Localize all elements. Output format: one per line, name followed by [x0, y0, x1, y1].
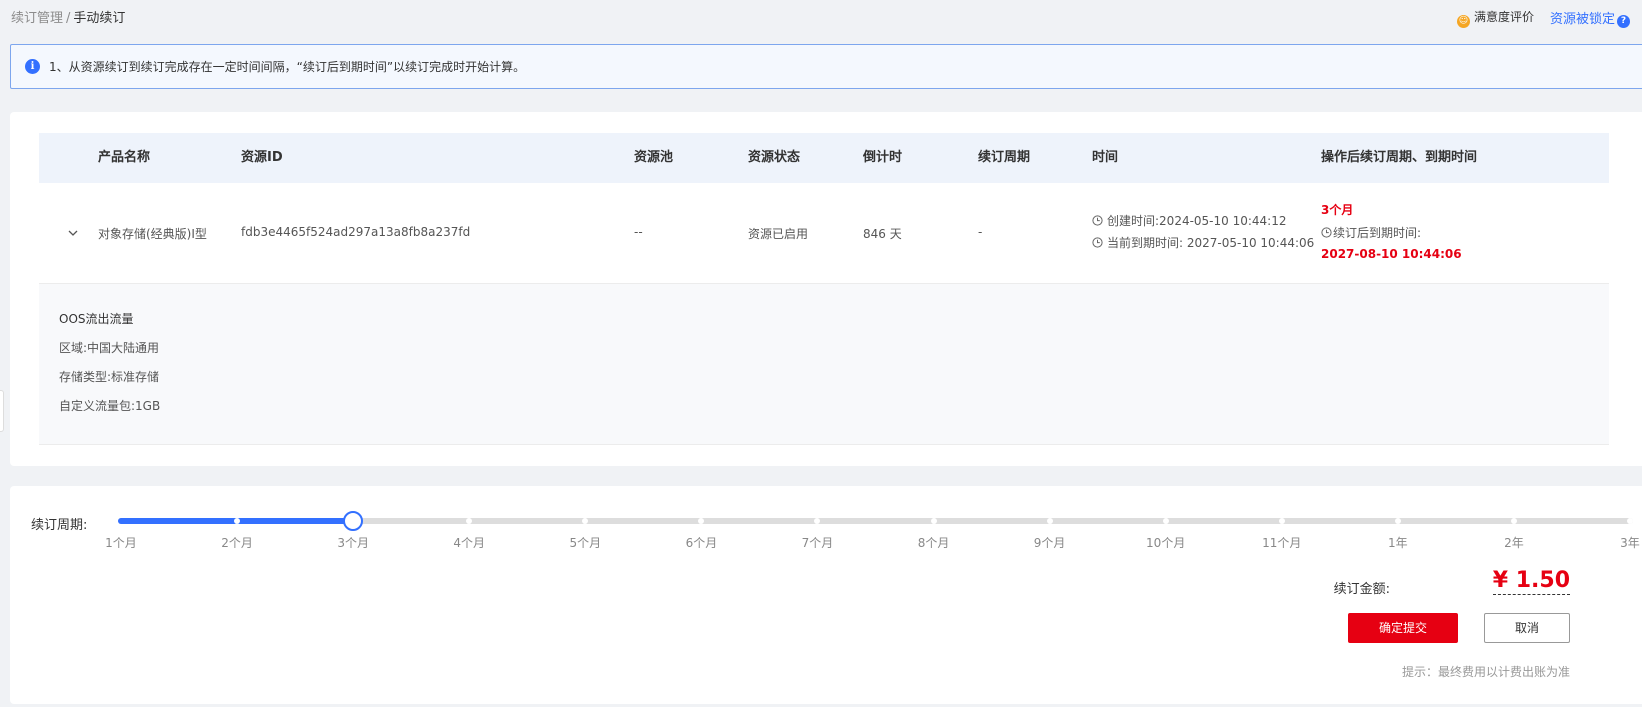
header-period: 续订周期: [978, 150, 1031, 165]
cell-status: 资源已启用: [748, 227, 809, 241]
cell-pool: --: [634, 225, 643, 239]
cell-after-renewal: 3个月 续订后到期时间: 2027-08-10 10:44:06: [1321, 199, 1462, 265]
breadcrumb: 续订管理 / 手动续订: [11, 7, 125, 26]
header-time: 时间: [1092, 150, 1119, 165]
fee-tip: 提示：最终费用以计费出账为准: [1401, 665, 1570, 679]
created-time: 创建时间:2024-05-10 10:44:12: [1107, 213, 1287, 228]
header-resource-id: 资源ID: [241, 150, 283, 165]
table-row: 对象存储(经典版)Ⅰ型 fdb3e4465f524ad297a13a8fb8a2…: [39, 183, 1609, 284]
expire-time-line: 当前到期时间: 2027-05-10 10:44:06: [1092, 231, 1314, 253]
resource-card: 产品名称 资源ID 资源池 资源状态 倒计时 续订周期 时间 操作后续订周期、到…: [10, 112, 1642, 466]
amount-label: 续订金额:: [1333, 582, 1390, 597]
notice-text: 1、从资源续订到续订完成存在一定时间间隔，“续订后到期时间”以续订完成时开始计算…: [49, 60, 526, 74]
detail-storage-type: 存储类型:标准存储: [59, 370, 160, 384]
slider-tick-label[interactable]: 4个月: [453, 534, 485, 551]
slider-stop[interactable]: [1627, 518, 1633, 524]
amount-value: ¥ 1.50: [1492, 568, 1570, 595]
top-bar: 续订管理 / 手动续订 ☺ 满意度评价 资源被锁定?: [0, 0, 1642, 34]
resource-table: 产品名称 资源ID 资源池 资源状态 倒计时 续订周期 时间 操作后续订周期、到…: [39, 133, 1609, 445]
created-time-line: 创建时间:2024-05-10 10:44:12: [1092, 209, 1314, 231]
slider-stop[interactable]: [1046, 518, 1053, 524]
header-after-renewal: 操作后续订周期、到期时间: [1321, 150, 1478, 165]
resource-locked-label: 资源被锁定: [1549, 12, 1615, 27]
slider-tick-label[interactable]: 3个月: [337, 534, 369, 551]
submit-button[interactable]: 确定提交: [1348, 613, 1458, 643]
breadcrumb-separator: /: [66, 11, 71, 26]
side-collapse-handle[interactable]: [0, 390, 4, 432]
slider-tick-label[interactable]: 5个月: [569, 534, 601, 551]
after-expire-date: 2027-08-10 10:44:06: [1321, 247, 1462, 261]
slider-tick-label[interactable]: 7个月: [802, 534, 834, 551]
slider-stop[interactable]: [1394, 518, 1401, 524]
slider-tick-label[interactable]: 11个月: [1262, 534, 1301, 551]
slider-tick-label[interactable]: 6个月: [686, 534, 718, 551]
top-right-actions: ☺ 满意度评价 资源被锁定?: [1456, 8, 1630, 28]
slider-tick-label[interactable]: 8个月: [918, 534, 950, 551]
help-icon[interactable]: ?: [1617, 15, 1630, 28]
detail-package: 自定义流量包:1GB: [59, 399, 161, 413]
table-header: 产品名称 资源ID 资源池 资源状态 倒计时 续订周期 时间 操作后续订周期、到…: [39, 133, 1609, 183]
cancel-button[interactable]: 取消: [1484, 613, 1570, 643]
slider-stop[interactable]: [930, 518, 937, 524]
detail-title: OOS流出流量: [59, 312, 134, 326]
expire-time: 当前到期时间: 2027-05-10 10:44:06: [1107, 235, 1315, 250]
clock-icon: [1092, 236, 1103, 248]
slider-stop[interactable]: [1162, 518, 1169, 524]
slider-tick-label[interactable]: 10个月: [1146, 534, 1185, 551]
after-expire-label-line: 续订后到期时间:: [1321, 221, 1462, 243]
cell-time: 创建时间:2024-05-10 10:44:12 当前到期时间: 2027-05…: [1092, 209, 1314, 253]
cell-product: 对象存储(经典版)Ⅰ型: [98, 227, 207, 241]
header-pool: 资源池: [634, 150, 674, 165]
period-label: 续订周期:: [31, 518, 88, 533]
slider-tick-label[interactable]: 2年: [1504, 534, 1524, 551]
row-detail-panel: OOS流出流量 区域:中国大陆通用 存储类型:标准存储 自定义流量包:1GB: [39, 284, 1609, 445]
header-status: 资源状态: [748, 150, 801, 165]
clock-icon: [1092, 214, 1103, 226]
slider-tick-label[interactable]: 1年: [1388, 534, 1408, 551]
cell-period: -: [978, 225, 983, 239]
smile-icon: ☺: [1456, 15, 1470, 28]
after-expire-label: 续订后到期时间:: [1333, 225, 1422, 240]
slider-tick-label[interactable]: 3年: [1620, 534, 1640, 551]
breadcrumb-parent[interactable]: 续订管理: [11, 11, 63, 26]
satisfaction-label: 满意度评价: [1473, 10, 1534, 24]
renewal-period-slider[interactable]: [118, 511, 1633, 531]
satisfaction-link[interactable]: ☺ 满意度评价: [1456, 8, 1534, 28]
slider-tick-label[interactable]: 1个月: [105, 534, 137, 551]
info-icon: i: [25, 59, 40, 74]
clock-icon: [1321, 226, 1332, 238]
chevron-down-icon[interactable]: [68, 228, 78, 238]
slider-stop[interactable]: [1510, 518, 1517, 524]
cell-resource-id: fdb3e4465f524ad297a13a8fb8a237fd: [241, 225, 471, 239]
slider-tick-label[interactable]: 2个月: [221, 534, 253, 551]
slider-tick-label[interactable]: 9个月: [1034, 534, 1066, 551]
resource-locked-link[interactable]: 资源被锁定?: [1550, 8, 1630, 28]
header-countdown: 倒计时: [863, 150, 903, 165]
detail-region: 区域:中国大陆通用: [59, 341, 160, 355]
header-product: 产品名称: [98, 150, 151, 165]
slider-stop[interactable]: [1278, 518, 1285, 524]
info-notice: i 1、从资源续订到续订完成存在一定时间间隔，“续订后到期时间”以续订完成时开始…: [10, 44, 1642, 89]
renewal-card: 续订周期: 1个月 2个月 3个月 4个月 5个月 6个月 7个月 8个月 9个月 10个月 11个…: [10, 486, 1642, 704]
breadcrumb-current: 手动续订: [73, 11, 126, 26]
after-period: 3个月: [1321, 203, 1354, 217]
slider-handle[interactable]: [343, 511, 364, 531]
cell-countdown: 846 天: [863, 227, 902, 241]
